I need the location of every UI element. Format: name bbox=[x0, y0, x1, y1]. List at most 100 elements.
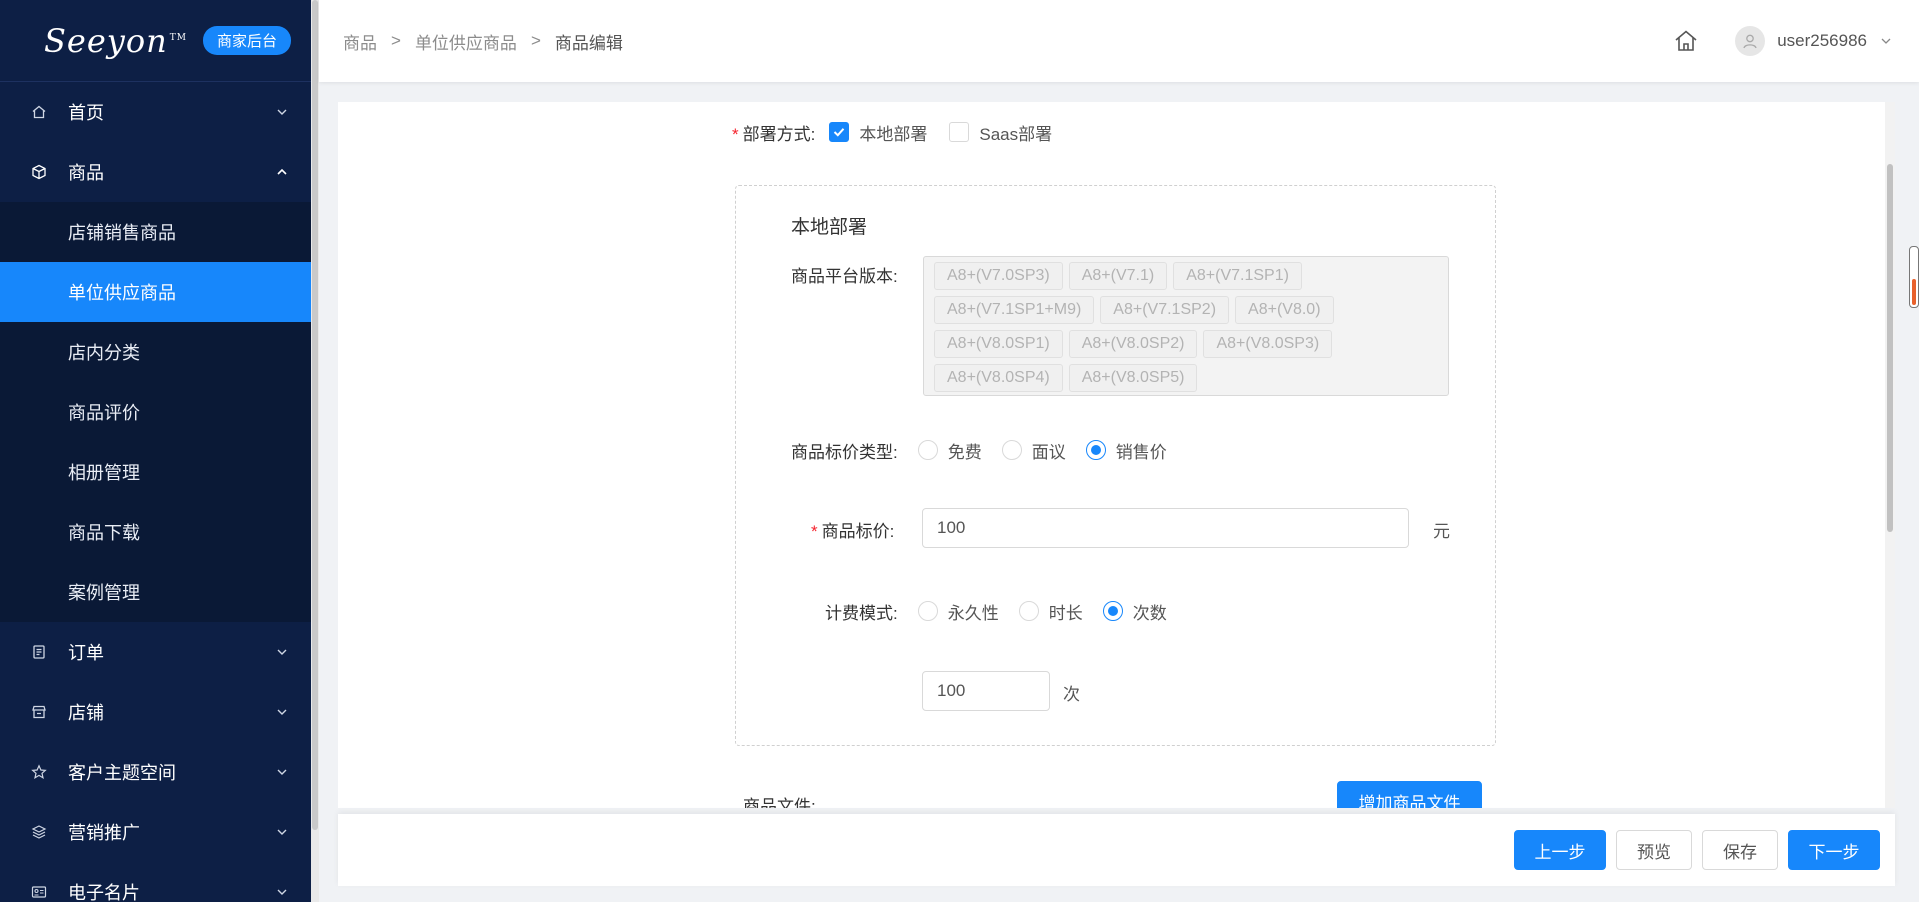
sidebar-subitem-shop-sale-products[interactable]: 店铺销售商品 bbox=[0, 202, 311, 262]
sidebar-subitem-shop-categories[interactable]: 店内分类 bbox=[0, 322, 311, 382]
scrollbar-thumb[interactable] bbox=[312, 0, 318, 830]
sidebar-subitem-product-reviews[interactable]: 商品评价 bbox=[0, 382, 311, 442]
sidebar-item-label: 商品 bbox=[68, 163, 104, 183]
platform-version-tag: A8+(V8.0SP5) bbox=[1068, 364, 1198, 392]
scrollbar-thumb[interactable] bbox=[1887, 164, 1893, 532]
radio-label: 销售价 bbox=[1115, 442, 1167, 462]
sidebar-item-home[interactable]: 首页 bbox=[0, 82, 311, 142]
add-product-file-button[interactable]: 增加商品文件 bbox=[1337, 781, 1482, 808]
chevron-down-icon bbox=[277, 769, 287, 775]
usage-count-unit: 次 bbox=[1063, 685, 1080, 704]
price-type-sale-price-radio[interactable] bbox=[1085, 440, 1106, 460]
cube-icon bbox=[30, 163, 48, 181]
sidebar-item-label: 店内分类 bbox=[68, 343, 140, 363]
sidebar-item-label: 客户主题空间 bbox=[68, 763, 176, 783]
next-step-button[interactable]: 下一步 bbox=[1788, 830, 1880, 870]
home-icon[interactable] bbox=[1673, 28, 1699, 54]
billing-mode-label: 计费模式: bbox=[825, 603, 898, 623]
platform-version-label: 商品平台版本: bbox=[791, 267, 898, 286]
sidebar-item-orders[interactable]: 订单 bbox=[0, 622, 311, 682]
breadcrumb-separator: > bbox=[391, 31, 401, 50]
platform-version-select[interactable]: A8+(V7.0SP3) A8+(V7.1) A8+(V7.1SP1) A8+(V7.… bbox=[923, 256, 1449, 396]
chevron-down-icon bbox=[277, 109, 287, 115]
platform-version-tag: A8+(V8.0SP1) bbox=[934, 330, 1063, 358]
footer-buttons: 上一步 预览 保存 下一步 bbox=[1514, 830, 1880, 870]
chevron-down-icon bbox=[277, 829, 287, 835]
usage-count-input[interactable] bbox=[922, 671, 1050, 711]
billing-permanent-radio[interactable] bbox=[917, 601, 938, 621]
platform-version-tag: A8+(V7.1SP1) bbox=[1173, 262, 1302, 290]
sidebar: Seeyon TM 商家后台 首页 商品 店铺销售商品 单位供应商品 店内分类 商… bbox=[0, 0, 311, 902]
price-type-negotiable-radio[interactable] bbox=[1001, 440, 1022, 460]
check-icon bbox=[834, 128, 845, 137]
home-icon bbox=[30, 103, 48, 121]
sidebar-item-label: 案例管理 bbox=[68, 583, 140, 603]
sidebar-item-label: 商品下载 bbox=[68, 523, 140, 543]
sidebar-subitem-case-management[interactable]: 案例管理 bbox=[0, 562, 311, 622]
platform-version-tag: A8+(V8.0SP2) bbox=[1068, 330, 1198, 358]
floating-scroll-indicator[interactable] bbox=[1909, 246, 1919, 308]
top-header: 商品 > 单位供应商品 > 商品编辑 user256986 bbox=[319, 0, 1919, 82]
seeyon-logo[interactable]: Seeyon TM bbox=[44, 22, 187, 60]
header-right: user256986 bbox=[1673, 0, 1893, 82]
sidebar-item-label: 电子名片 bbox=[68, 883, 140, 902]
price-type-free-radio[interactable] bbox=[917, 440, 938, 460]
platform-version-tag: A8+(V7.0SP3) bbox=[934, 262, 1063, 290]
sidebar-item-business-card[interactable]: 电子名片 bbox=[0, 862, 311, 902]
footer-action-bar: 上一步 预览 保存 下一步 bbox=[338, 814, 1895, 886]
preview-button[interactable]: 预览 bbox=[1616, 830, 1692, 870]
billing-duration-radio[interactable] bbox=[1018, 601, 1039, 621]
sidebar-subitem-product-download[interactable]: 商品下载 bbox=[0, 502, 311, 562]
platform-version-tag: A8+(V7.1SP1+M9) bbox=[934, 296, 1095, 324]
sidebar-item-label: 营销推广 bbox=[68, 823, 140, 843]
platform-version-tags: A8+(V7.0SP3) A8+(V7.1) A8+(V7.1SP1) A8+(V7.… bbox=[934, 259, 1438, 395]
sidebar-item-label: 首页 bbox=[68, 103, 104, 123]
billing-count-radio[interactable] bbox=[1102, 601, 1123, 621]
breadcrumb-item-products[interactable]: 商品 bbox=[343, 29, 377, 54]
avatar[interactable] bbox=[1735, 26, 1766, 56]
saas-deploy-checkbox[interactable] bbox=[949, 122, 970, 142]
radio-label: 次数 bbox=[1132, 603, 1167, 623]
chevron-down-icon[interactable] bbox=[1879, 34, 1893, 48]
sidebar-item-store[interactable]: 店铺 bbox=[0, 682, 311, 742]
price-type-row: 商品标价类型: 免费 面议 销售价 bbox=[791, 438, 1167, 462]
merchant-backend-badge: 商家后台 bbox=[202, 26, 291, 55]
document-icon bbox=[30, 643, 48, 661]
store-icon bbox=[30, 703, 48, 721]
sidebar-item-customer-space[interactable]: 客户主题空间 bbox=[0, 742, 311, 802]
sidebar-item-products[interactable]: 商品 bbox=[0, 142, 311, 202]
sidebar-item-label: 相册管理 bbox=[68, 463, 140, 483]
breadcrumb-separator: > bbox=[530, 31, 541, 50]
scroll-indicator-fill bbox=[1912, 279, 1916, 305]
prev-step-button[interactable]: 上一步 bbox=[1514, 830, 1606, 870]
local-deploy-title: 本地部署 bbox=[791, 217, 868, 238]
local-deploy-checkbox[interactable] bbox=[829, 122, 850, 142]
platform-version-tag: A8+(V8.0) bbox=[1235, 296, 1334, 324]
chevron-down-icon bbox=[277, 709, 287, 715]
breadcrumb-item-unit-supply[interactable]: 单位供应商品 bbox=[415, 29, 517, 54]
username[interactable]: user256986 bbox=[1777, 31, 1867, 51]
save-button[interactable]: 保存 bbox=[1702, 830, 1778, 870]
sidebar-item-label: 店铺 bbox=[68, 703, 104, 723]
platform-version-tag: A8+(V7.1) bbox=[1068, 262, 1168, 290]
breadcrumb-item-current: 商品编辑 bbox=[554, 33, 623, 53]
price-label: * 商品标价: bbox=[811, 522, 895, 541]
price-input[interactable] bbox=[922, 508, 1409, 548]
platform-version-tag: A8+(V7.1SP2) bbox=[1100, 296, 1230, 324]
sidebar-scrollbar[interactable] bbox=[311, 0, 319, 902]
field-label: 商品标价: bbox=[821, 522, 895, 541]
card-icon bbox=[30, 883, 48, 901]
content-scrollbar[interactable] bbox=[1885, 102, 1895, 808]
sidebar-subitem-unit-supply-products[interactable]: 单位供应商品 bbox=[0, 262, 311, 322]
chevron-down-icon bbox=[277, 649, 287, 655]
radio-label: 面议 bbox=[1031, 442, 1066, 462]
sidebar-item-label: 订单 bbox=[68, 643, 104, 663]
deploy-method-row: * 部署方式: 本地部署 Saas部署 bbox=[732, 120, 1052, 144]
radio-label: 永久性 bbox=[947, 603, 999, 623]
chevron-down-icon bbox=[277, 889, 287, 895]
product-files-label: 商品文件: bbox=[743, 797, 816, 808]
products-submenu: 店铺销售商品 单位供应商品 店内分类 商品评价 相册管理 商品下载 案例管理 bbox=[0, 202, 311, 622]
sidebar-subitem-album-management[interactable]: 相册管理 bbox=[0, 442, 311, 502]
field-label: 部署方式: bbox=[742, 124, 816, 144]
sidebar-item-marketing[interactable]: 营销推广 bbox=[0, 802, 311, 862]
